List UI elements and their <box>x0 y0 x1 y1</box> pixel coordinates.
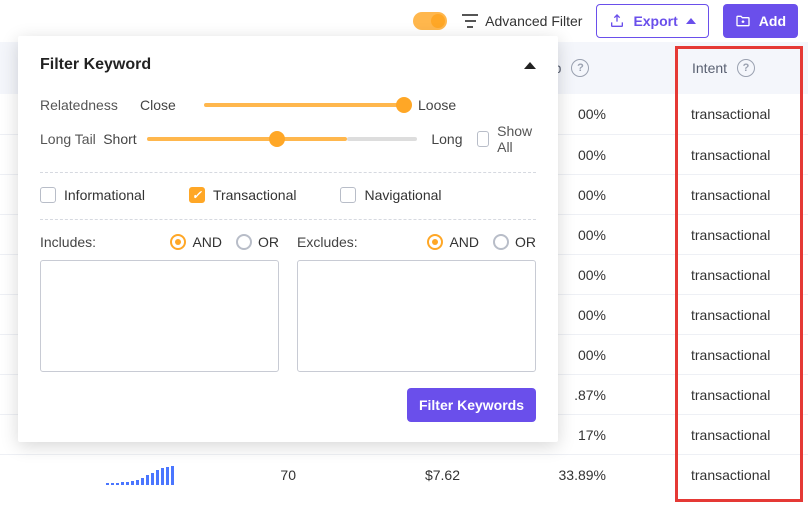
navigational-label: Navigational <box>364 187 441 203</box>
add-button[interactable]: Add <box>723 4 798 38</box>
transactional-label: Transactional <box>213 187 297 203</box>
advanced-filter-button[interactable]: Advanced Filter <box>461 13 582 29</box>
filter-icon <box>461 14 479 28</box>
excludes-label: Excludes: <box>297 234 358 250</box>
longtail-slider[interactable] <box>147 137 347 141</box>
relatedness-right-label: Loose <box>414 97 468 113</box>
cell-intent: transactional <box>691 267 770 283</box>
filter-keyword-panel: Filter Keyword Relatedness Close Loose L… <box>18 36 558 442</box>
transactional-checkbox[interactable]: Transactional <box>189 187 297 203</box>
includes-or-radio[interactable]: OR <box>236 234 279 250</box>
cell-intent: transactional <box>691 106 770 122</box>
and-label: AND <box>192 234 222 250</box>
slider-handle[interactable] <box>269 131 285 147</box>
excludes-or-radio[interactable]: OR <box>493 234 536 250</box>
export-icon <box>609 13 625 29</box>
sparkline <box>106 465 174 485</box>
cell-comp: 33.89% <box>536 467 606 483</box>
relatedness-label: Relatedness <box>40 97 140 113</box>
divider <box>40 172 536 173</box>
chevron-up-icon <box>686 18 696 24</box>
export-label: Export <box>633 13 677 29</box>
add-folder-icon <box>735 13 751 29</box>
table-row[interactable]: 70 $7.62 33.89% transactional <box>0 454 808 494</box>
slider-handle[interactable] <box>396 97 412 113</box>
cell-intent: transactional <box>691 187 770 203</box>
advanced-filter-toggle[interactable] <box>413 12 447 30</box>
informational-label: Informational <box>64 187 145 203</box>
cell-intent: transactional <box>691 467 770 483</box>
show-all-label: Show All <box>497 123 536 155</box>
show-all-checkbox[interactable]: Show All <box>477 123 536 155</box>
and-label: AND <box>449 234 479 250</box>
cell-intent: transactional <box>691 307 770 323</box>
help-icon[interactable]: ? <box>571 59 589 77</box>
panel-title: Filter Keyword <box>40 56 151 74</box>
cell-intent: transactional <box>691 147 770 163</box>
informational-checkbox[interactable]: Informational <box>40 187 145 203</box>
longtail-label: Long Tail <box>40 131 103 147</box>
includes-input[interactable] <box>40 260 279 372</box>
longtail-right-label: Long <box>427 131 463 147</box>
or-label: OR <box>515 234 536 250</box>
collapse-panel-button[interactable] <box>524 62 536 69</box>
or-label: OR <box>258 234 279 250</box>
excludes-group: Excludes: AND OR <box>297 234 536 372</box>
excludes-and-radio[interactable]: AND <box>427 234 479 250</box>
export-button[interactable]: Export <box>596 4 708 38</box>
filter-keywords-button[interactable]: Filter Keywords <box>407 388 536 422</box>
divider <box>40 219 536 220</box>
includes-label: Includes: <box>40 234 96 250</box>
column-intent-label: Intent <box>692 60 727 76</box>
cell-cpc: $7.62 <box>410 467 460 483</box>
includes-group: Includes: AND OR <box>40 234 279 372</box>
column-header-intent[interactable]: Intent ? <box>692 59 755 77</box>
relatedness-slider[interactable] <box>204 103 404 107</box>
help-icon[interactable]: ? <box>737 59 755 77</box>
add-label: Add <box>759 13 786 29</box>
filter-keywords-label: Filter Keywords <box>419 397 524 413</box>
cell-intent: transactional <box>691 427 770 443</box>
cell-intent: transactional <box>691 347 770 363</box>
navigational-checkbox[interactable]: Navigational <box>340 187 441 203</box>
relatedness-left-label: Close <box>140 97 194 113</box>
excludes-input[interactable] <box>297 260 536 372</box>
cell-intent: transactional <box>691 227 770 243</box>
longtail-left-label: Short <box>103 131 137 147</box>
includes-and-radio[interactable]: AND <box>170 234 222 250</box>
cell-intent: transactional <box>691 387 770 403</box>
advanced-filter-label: Advanced Filter <box>485 13 582 29</box>
cell-volume: 70 <box>256 467 296 483</box>
